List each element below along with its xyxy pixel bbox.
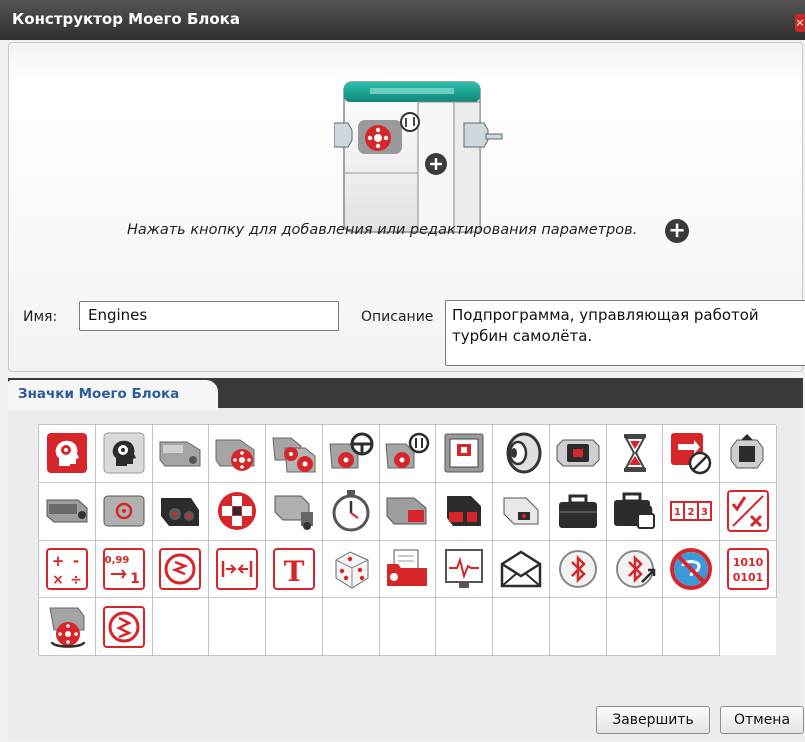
- empty-icon-slot: [549, 598, 607, 656]
- tab-my-block-icons[interactable]: Значки Моего Блока: [8, 380, 218, 410]
- close-icon[interactable]: ×: [795, 14, 805, 32]
- empty-icon-slot: [663, 598, 721, 656]
- messaging-icon[interactable]: [493, 540, 550, 599]
- empty-icon-slot: [209, 598, 267, 656]
- medium-motor-icon[interactable]: [39, 482, 96, 541]
- round-icon[interactable]: 0,99 1: [95, 540, 153, 599]
- invert-motor-icon[interactable]: [95, 598, 153, 656]
- bluetooth-icon[interactable]: [549, 540, 607, 599]
- cancel-button[interactable]: Отмена: [720, 706, 804, 734]
- svg-text:3: 3: [701, 507, 708, 518]
- svg-text:T: T: [284, 555, 305, 588]
- empty-icon-slot: [493, 598, 550, 656]
- ultrasonic-sensor-icon[interactable]: [152, 482, 210, 541]
- my-block-preview: [334, 81, 503, 233]
- infrared-sensor-icon[interactable]: [379, 482, 437, 541]
- icons-panel: Значки Моего Блока 1 2 3 + - × ÷ 0,99 1 …: [8, 378, 804, 740]
- brick-status-light-icon[interactable]: [549, 425, 607, 483]
- block-settings-panel: Нажать кнопку для добавления или редакти…: [8, 42, 805, 372]
- range-icon[interactable]: [209, 540, 267, 599]
- color-sensor-icon[interactable]: [493, 482, 550, 541]
- description-label: Описание: [361, 309, 434, 325]
- gear-head-dark-icon[interactable]: [95, 425, 153, 483]
- text-icon[interactable]: T: [266, 540, 323, 599]
- infrared-beacon-icon[interactable]: [436, 482, 494, 541]
- my-block-builder-dialog: Конструктор Моего Блока × Нажать кнопку …: [0, 0, 805, 742]
- svg-text:1: 1: [130, 571, 140, 587]
- svg-text:1010: 1010: [733, 556, 764, 569]
- bluetooth-connection-icon[interactable]: [606, 540, 664, 599]
- svg-text:0101: 0101: [733, 571, 764, 584]
- empty-icon-slot: [266, 598, 323, 656]
- name-field[interactable]: Engines: [79, 301, 339, 331]
- svg-text:÷: ÷: [70, 572, 82, 588]
- gear-head-red-icon[interactable]: [39, 425, 96, 483]
- unregulated-motor-icon[interactable]: [39, 598, 96, 656]
- svg-text:×: ×: [52, 572, 64, 588]
- math-icon[interactable]: + - × ÷: [39, 540, 96, 599]
- brick-arrow-icon[interactable]: [720, 425, 777, 483]
- loop-interrupt-icon[interactable]: [663, 425, 721, 483]
- empty-icon-slot: [152, 598, 210, 656]
- motors-tank-icon[interactable]: [379, 425, 437, 483]
- two-large-motors-icon[interactable]: [266, 425, 323, 483]
- svg-text:+: +: [52, 552, 65, 570]
- instruction-text: Нажать кнопку для добавления или редакти…: [127, 222, 638, 238]
- name-label: Имя:: [23, 309, 58, 325]
- display-icon[interactable]: [436, 425, 494, 483]
- tab-bar: Значки Моего Блока: [8, 378, 803, 410]
- finish-button[interactable]: Завершить: [596, 706, 710, 734]
- large-motor-red-icon[interactable]: [209, 425, 267, 483]
- keep-awake-icon[interactable]: [663, 540, 721, 599]
- svg-text:0,99: 0,99: [104, 555, 129, 566]
- file-access-icon[interactable]: [379, 540, 437, 599]
- locked-toolbox-icon[interactable]: [606, 482, 664, 541]
- toolbox-icon[interactable]: [549, 482, 607, 541]
- compare-icon[interactable]: [152, 540, 210, 599]
- add-parameter-button[interactable]: +: [665, 219, 689, 243]
- raw-sensor-value-icon[interactable]: 1010 0101: [720, 540, 777, 599]
- large-motor-icon[interactable]: [152, 425, 210, 483]
- data-logging-icon[interactable]: [436, 540, 494, 599]
- description-field[interactable]: Подпрограмма, управляющая работой турбин…: [445, 300, 805, 366]
- empty-icon-slot: [606, 598, 664, 656]
- touch-sensor-icon[interactable]: [266, 482, 323, 541]
- random-icon[interactable]: [322, 540, 380, 599]
- brick-buttons-icon[interactable]: [209, 482, 267, 541]
- svg-text:-: -: [73, 552, 79, 570]
- sound-icon[interactable]: [493, 425, 550, 483]
- stopwatch-icon[interactable]: [322, 482, 380, 541]
- timer-hourglass-icon[interactable]: [606, 425, 664, 483]
- svg-text:2: 2: [688, 507, 695, 518]
- title-bar: Конструктор Моего Блока ×: [0, 0, 805, 40]
- empty-icon-slot: [379, 598, 437, 656]
- icon-grid: 1 2 3 + - × ÷ 0,99 1 T 1010 0101: [38, 424, 777, 656]
- svg-text:1: 1: [674, 507, 681, 518]
- array-icon[interactable]: 1 2 3: [663, 482, 721, 541]
- motor-rotation-icon[interactable]: [95, 482, 153, 541]
- motors-steering-icon[interactable]: [322, 425, 380, 483]
- empty-icon-slot: [322, 598, 380, 656]
- empty-icon-slot: [436, 598, 494, 656]
- window-title: Конструктор Моего Блока: [12, 10, 240, 28]
- logic-operations-icon[interactable]: [720, 482, 777, 541]
